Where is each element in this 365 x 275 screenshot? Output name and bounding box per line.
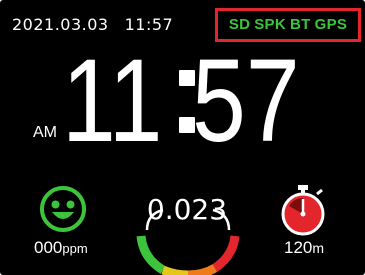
status-gps: GPS (314, 16, 348, 33)
clock-hours: 11 (62, 35, 163, 167)
smiley-face-icon (40, 186, 86, 232)
date-text: 2021.03.03 (12, 15, 109, 34)
time-text: 11:57 (124, 15, 174, 34)
gauge-segment-red (212, 235, 240, 272)
stopwatch-icon (281, 185, 325, 236)
distance-unit: m (312, 240, 325, 256)
distance-value: 120 (284, 238, 313, 257)
distance-reading: 120m (284, 238, 324, 258)
status-spk: SPK (254, 16, 286, 33)
gauge-segment-yellow (161, 265, 189, 275)
status-bt: BT (290, 16, 311, 33)
date-time-display: 2021.03.03 11:57 (12, 15, 173, 34)
large-clock: 11 57 (62, 42, 362, 160)
status-sd: SD (228, 16, 251, 33)
gauge-value: 0.023 (146, 193, 228, 226)
status-items: SD SPK BT GPS (218, 16, 358, 33)
air-quality-reading: 000ppm (34, 238, 88, 258)
clock-minutes: 57 (192, 35, 300, 167)
gauge-segment-green (136, 235, 166, 274)
am-pm-indicator: AM (33, 124, 57, 141)
dashcam-screen: 2021.03.03 11:57 SD SPK BT GPS AM 11 57 000p… (0, 0, 365, 275)
air-quality-unit: ppm (62, 241, 88, 256)
gauge-segment-orange (187, 264, 218, 275)
air-quality-value: 000 (34, 238, 63, 257)
